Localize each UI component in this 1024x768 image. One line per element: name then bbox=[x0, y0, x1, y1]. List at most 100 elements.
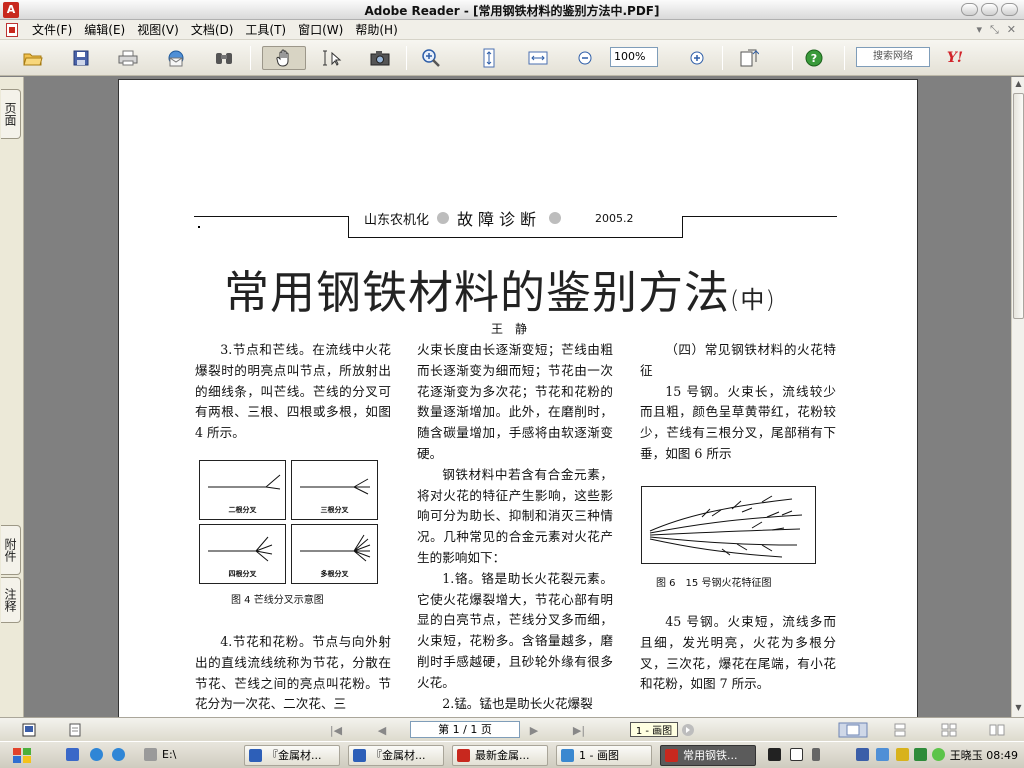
document-workspace[interactable]: 山东农机化 故障诊断 2005.2 常用钢铁材料的鉴别方法(中) 王静 3.节点… bbox=[25, 77, 1011, 717]
paragraph: 1.铬。铬是助长火花裂元素。它使火花爆裂增大，节花心部有明显的白亮节点，芒线分叉… bbox=[417, 570, 613, 690]
doc-close-icon[interactable]: ✕ bbox=[1007, 23, 1016, 37]
windows-taskbar: E:\ 『金属材... 『金属材... 最新金属... 1 - 画图 常用钢铁.… bbox=[0, 741, 1024, 768]
page-size-icon[interactable] bbox=[20, 722, 38, 738]
svg-text:?: ? bbox=[811, 52, 817, 65]
fit-page-icon[interactable] bbox=[478, 46, 500, 70]
header-bullet-icon bbox=[437, 212, 450, 224]
tray-icon[interactable] bbox=[896, 748, 909, 761]
paragraph: 4.节花和花粉。节点与向外射出的直线流线统称为节花，分散在节花、芒线之间的亮点叫… bbox=[195, 634, 391, 712]
pdf-icon bbox=[457, 749, 470, 762]
menu-help[interactable]: 帮助(H) bbox=[349, 22, 403, 38]
next-page-icon[interactable]: ▶ bbox=[526, 722, 542, 738]
email-icon[interactable] bbox=[162, 46, 190, 70]
tray-icon[interactable] bbox=[914, 748, 927, 761]
first-page-icon[interactable]: |◀ bbox=[328, 722, 344, 738]
figure-4: 二根分叉 三根分叉 四根分叉 多根分叉 bbox=[199, 460, 379, 586]
yahoo-search-button[interactable]: Y! bbox=[940, 46, 970, 70]
menu-tools[interactable]: 工具(T) bbox=[239, 22, 292, 38]
scroll-up-arrow-icon[interactable]: ▲ bbox=[1013, 79, 1024, 91]
paragraph: 3.节点和芒线。在流线中火花爆裂时的明亮点叫节点，所放射出的细线条，叫芒线。芒线… bbox=[195, 342, 391, 441]
input-method-icon[interactable] bbox=[812, 748, 820, 761]
column-2: 火束长度由长逐渐变短；芒线由粗而长逐渐变为细而短；节花由一次花逐渐变为多次花；节… bbox=[417, 340, 613, 714]
toolbar-separator bbox=[792, 46, 793, 70]
web-search-input[interactable]: 搜索网络 bbox=[856, 47, 930, 67]
column-1-bottom: 4.节花和花粉。节点与向外射出的直线流线统称为节花，分散在节花、芒线之间的亮点叫… bbox=[195, 632, 391, 715]
taskbar-item[interactable]: 1 - 画图 bbox=[556, 745, 652, 766]
find-binoculars-icon[interactable] bbox=[210, 46, 238, 70]
help-tray-icon[interactable] bbox=[790, 748, 803, 761]
toolbar-separator bbox=[844, 46, 845, 70]
figure-4-panel: 四根分叉 bbox=[199, 524, 286, 584]
fit-width-icon[interactable] bbox=[526, 46, 550, 70]
figure-4-panel: 多根分叉 bbox=[291, 524, 378, 584]
menu-file[interactable]: 文件(F) bbox=[26, 22, 78, 38]
quicklaunch-ie-icon[interactable] bbox=[90, 748, 103, 761]
document-icon[interactable] bbox=[6, 23, 18, 37]
hand-tool-icon[interactable] bbox=[262, 46, 306, 70]
save-icon[interactable] bbox=[68, 46, 94, 70]
taskbar-item-active[interactable]: 常用钢铁... bbox=[660, 745, 756, 766]
page-number-input[interactable]: 第 1 / 1 页 bbox=[410, 721, 520, 738]
previous-page-icon[interactable]: ◀ bbox=[374, 722, 390, 738]
vertical-scrollbar[interactable]: ▲ ▼ bbox=[1011, 77, 1024, 717]
scrollbar-thumb[interactable] bbox=[1013, 93, 1024, 319]
menu-bar: 文件(F) 编辑(E) 视图(V) 文档(D) 工具(T) 窗口(W) 帮助(H… bbox=[0, 20, 1024, 40]
windows-start-icon[interactable] bbox=[12, 747, 32, 764]
menu-view[interactable]: 视图(V) bbox=[131, 22, 185, 38]
single-page-view-icon[interactable] bbox=[832, 722, 874, 738]
running-header: 山东农机化 故障诊断 2005.2 bbox=[364, 206, 634, 230]
taskbar-item-label: 常用钢铁... bbox=[683, 749, 738, 762]
header-publication: 山东农机化 bbox=[364, 212, 430, 228]
last-page-icon[interactable]: ▶| bbox=[570, 722, 588, 738]
paragraph: 火束长度由长逐渐变短；芒线由粗而长逐渐变为细而短；节花由一次花逐渐变为多次花；节… bbox=[417, 342, 613, 461]
taskbar-item[interactable]: E:\ bbox=[140, 745, 234, 766]
tray-icon[interactable] bbox=[876, 748, 889, 761]
article-title-main: 常用钢铁材料的鉴别方法 bbox=[224, 266, 731, 319]
tab-attachments[interactable]: 附件 bbox=[1, 525, 21, 575]
drive-icon bbox=[144, 748, 157, 761]
figure-4-panel: 二根分叉 bbox=[199, 460, 286, 520]
paragraph: 15 号钢。火束长，流线较少而且粗，颜色呈草黄带红，花粉较少，芒线有三根分叉，尾… bbox=[640, 383, 836, 461]
zoom-out-icon[interactable] bbox=[574, 46, 596, 70]
minimize-button[interactable] bbox=[961, 3, 978, 16]
security-tray-icon[interactable] bbox=[932, 748, 945, 761]
taskbar-item[interactable]: 最新金属... bbox=[452, 745, 548, 766]
clock-area[interactable]: 王晓玉 08:49 bbox=[950, 747, 1018, 763]
document-properties-icon[interactable] bbox=[66, 722, 84, 738]
menu-document[interactable]: 文档(D) bbox=[185, 22, 240, 38]
print-icon[interactable] bbox=[114, 46, 142, 70]
doc-restore-icon[interactable]: ⤡ bbox=[990, 23, 999, 37]
taskbar-item[interactable]: 『金属材... bbox=[348, 745, 444, 766]
paragraph: 钢铁材料中若含有合金元素，将对火花的特征产生影响，这些影响可分为助长、抑制和消灭… bbox=[417, 466, 613, 565]
tab-pages[interactable]: 页面 bbox=[1, 89, 21, 139]
column-3-top: （四）常见钢铁材料的火花特征 15 号钢。火束长，流线较少而且粗，颜色呈草黄带红… bbox=[640, 340, 836, 465]
continuous-facing-view-icon[interactable] bbox=[938, 722, 960, 738]
open-folder-icon[interactable] bbox=[20, 46, 46, 70]
paragraph: 45 号钢。火束短，流线多而且细，发光明亮，火花为多根分叉，三次花，爆花在尾端，… bbox=[640, 614, 836, 692]
article-title-part: (中) bbox=[730, 286, 776, 314]
pdf-page: 山东农机化 故障诊断 2005.2 常用钢铁材料的鉴别方法(中) 王静 3.节点… bbox=[118, 79, 918, 717]
menu-window[interactable]: 窗口(W) bbox=[292, 22, 349, 38]
zoom-level-input[interactable]: 100% bbox=[610, 47, 658, 67]
go-forward-icon[interactable] bbox=[680, 722, 696, 738]
figure-4-panel: 三根分叉 bbox=[291, 460, 378, 520]
close-button[interactable] bbox=[1001, 3, 1018, 16]
snapshot-camera-icon[interactable] bbox=[366, 46, 394, 70]
keyboard-icon[interactable] bbox=[768, 748, 781, 761]
zoom-in-icon[interactable] bbox=[418, 46, 444, 70]
maximize-button[interactable] bbox=[981, 3, 998, 16]
menu-edit[interactable]: 编辑(E) bbox=[78, 22, 131, 38]
quicklaunch-browser-icon[interactable] bbox=[112, 748, 125, 761]
zoom-in-plus-icon[interactable] bbox=[686, 46, 708, 70]
help-icon[interactable]: ? bbox=[804, 46, 824, 70]
tab-comments[interactable]: 注释 bbox=[1, 577, 21, 623]
quicklaunch-desktop-icon[interactable] bbox=[66, 748, 79, 761]
continuous-view-icon[interactable] bbox=[890, 722, 910, 738]
facing-view-icon[interactable] bbox=[986, 722, 1008, 738]
scroll-down-arrow-icon[interactable]: ▼ bbox=[1013, 703, 1024, 715]
select-text-icon[interactable] bbox=[316, 46, 346, 70]
network-tray-icon[interactable] bbox=[856, 748, 869, 761]
page-rotate-icon[interactable] bbox=[734, 46, 764, 70]
taskbar-item[interactable]: 『金属材... bbox=[244, 745, 340, 766]
doc-minimize-icon[interactable]: ▾ bbox=[976, 23, 982, 37]
